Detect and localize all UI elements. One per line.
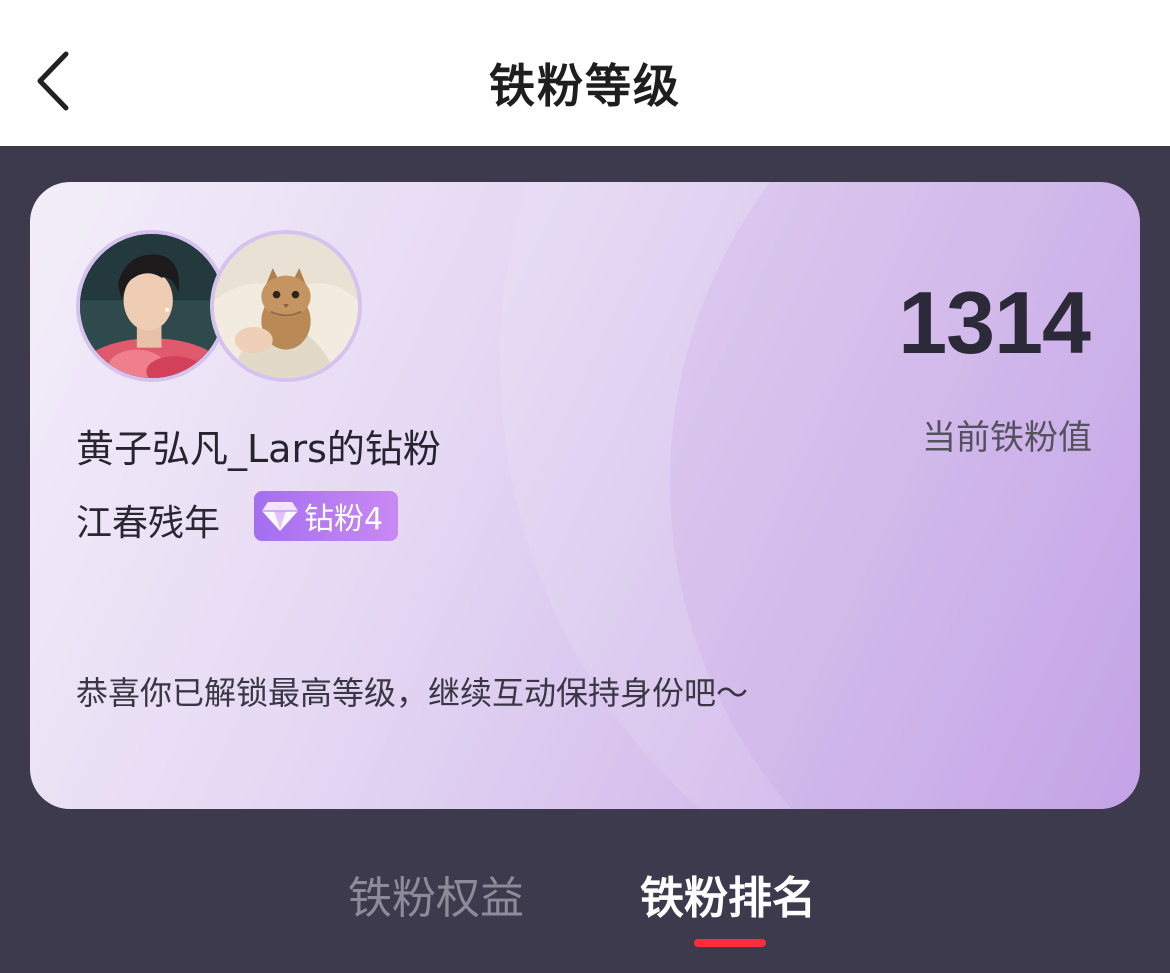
badge-label: 钻粉4 (304, 502, 384, 537)
diamond-icon (262, 502, 298, 531)
fan-level-card: 1314 当前铁粉值 黄子弘凡_Lars的钻粉 江春残年 钻粉4 恭喜你已解锁最… (30, 182, 1140, 809)
congratulation-message: 恭喜你已解锁最高等级，继续互动保持身份吧～ (76, 674, 749, 712)
singer-avatar[interactable] (76, 230, 228, 382)
page-title: 铁粉等级 (489, 59, 681, 113)
user-cat-avatar[interactable] (210, 230, 362, 382)
user-cat-avatar-image (214, 234, 358, 378)
active-tab-indicator (694, 939, 766, 947)
fan-value-label: 当前铁粉值 (922, 418, 1092, 458)
user-nickname: 江春残年 (76, 503, 221, 544)
header-bar: 铁粉等级 (0, 0, 1170, 146)
fan-value: 1314 (898, 273, 1091, 372)
tab-fan-benefits[interactable]: 铁粉权益 (348, 862, 524, 926)
fan-group-title: 黄子弘凡_Lars的钻粉 (76, 427, 441, 471)
fan-level-badge: 钻粉4 (254, 491, 398, 541)
singer-avatar-image (80, 234, 224, 378)
tab-fan-ranking[interactable]: 铁粉排名 (640, 862, 816, 926)
